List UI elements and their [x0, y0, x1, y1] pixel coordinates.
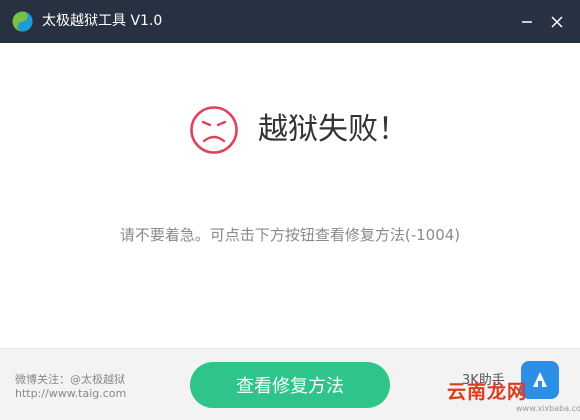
footer-bar: 微博关注：@太极越狱 http://www.taig.com 查看修复方法 3K… — [0, 348, 580, 420]
minimize-icon — [522, 21, 532, 23]
weibo-follow-text: 微博关注：@太极越狱 — [15, 373, 125, 386]
watermark-brand: 云南龙网 — [447, 381, 528, 403]
view-repair-button[interactable]: 查看修复方法 — [190, 362, 390, 408]
sad-face-icon — [190, 106, 238, 154]
result-title: 越狱失败！ — [258, 112, 408, 147]
window-title: 太极越狱工具 V1.0 — [42, 13, 163, 29]
taiji-logo-icon — [12, 11, 33, 32]
hint-text: 请不要着急。可点击下方按钮查看修复方法(-1004) — [119, 226, 461, 244]
result-header: 越狱失败！ — [0, 100, 580, 160]
jailbreak-window: 太极越狱工具 V1.0 越狱失败！ 请不要着急。可点击下方按钮查看修复方法(-1… — [0, 0, 580, 420]
watermark-url: www.xixbaba.com — [516, 404, 580, 413]
title-bar[interactable]: 太极越狱工具 V1.0 — [0, 0, 580, 43]
website-link[interactable]: http://www.taig.com — [15, 387, 126, 400]
minimize-button[interactable] — [517, 12, 537, 32]
close-button[interactable] — [547, 12, 567, 32]
close-icon — [551, 16, 563, 28]
